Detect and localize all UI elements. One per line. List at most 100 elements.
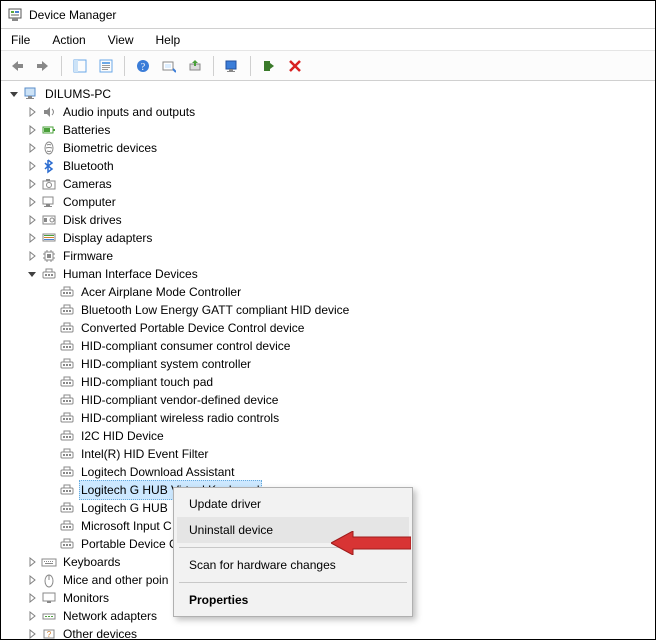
tree-node-label: HID-compliant touch pad bbox=[79, 373, 215, 391]
context-scan-hardware[interactable]: Scan for hardware changes bbox=[177, 552, 409, 578]
tree-category[interactable]: Audio inputs and outputs bbox=[7, 103, 655, 121]
expander-icon[interactable] bbox=[7, 87, 21, 101]
titlebar: Device Manager bbox=[1, 1, 655, 29]
menu-view[interactable]: View bbox=[104, 31, 138, 49]
expander-icon[interactable] bbox=[25, 609, 39, 623]
tree-node-label: Display adapters bbox=[61, 229, 154, 247]
tree-node-label: HID-compliant vendor-defined device bbox=[79, 391, 280, 409]
menu-action[interactable]: Action bbox=[48, 31, 89, 49]
tree-category[interactable]: Firmware bbox=[7, 247, 655, 265]
tree-category[interactable]: Batteries bbox=[7, 121, 655, 139]
hid-icon bbox=[41, 266, 57, 282]
expander-icon[interactable] bbox=[25, 231, 39, 245]
speaker-icon bbox=[41, 104, 57, 120]
computer-icon bbox=[41, 194, 57, 210]
hid-icon bbox=[59, 536, 75, 552]
tree-category[interactable]: ? Other devices bbox=[7, 625, 655, 639]
hid-icon bbox=[59, 392, 75, 408]
tree-category[interactable]: Disk drives bbox=[7, 211, 655, 229]
tree-node-label: Other devices bbox=[61, 625, 139, 639]
context-update-driver[interactable]: Update driver bbox=[177, 491, 409, 517]
hid-icon bbox=[59, 500, 75, 516]
tree-device[interactable]: Acer Airplane Mode Controller bbox=[7, 283, 655, 301]
tree-category[interactable]: Display adapters bbox=[7, 229, 655, 247]
disk-icon bbox=[41, 212, 57, 228]
hid-icon bbox=[59, 356, 75, 372]
expander-icon[interactable] bbox=[25, 591, 39, 605]
camera-icon bbox=[41, 176, 57, 192]
tree-device[interactable]: HID-compliant touch pad bbox=[7, 373, 655, 391]
display-icon bbox=[41, 230, 57, 246]
tree-root[interactable]: DILUMS-PC bbox=[7, 85, 655, 103]
expander-icon[interactable] bbox=[25, 555, 39, 569]
hid-icon bbox=[59, 320, 75, 336]
tree-node-label: DILUMS-PC bbox=[43, 85, 113, 103]
keyboard-icon bbox=[41, 554, 57, 570]
window-title: Device Manager bbox=[29, 8, 116, 22]
help-button[interactable]: ? bbox=[131, 54, 155, 78]
properties-button[interactable] bbox=[94, 54, 118, 78]
tree-device[interactable]: HID-compliant system controller bbox=[7, 355, 655, 373]
tree-node-label: Microsoft Input C bbox=[79, 517, 174, 535]
tree-node-label: Network adapters bbox=[61, 607, 159, 625]
tree-node-label: Keyboards bbox=[61, 553, 122, 571]
tree-category[interactable]: Human Interface Devices bbox=[7, 265, 655, 283]
expander-icon[interactable] bbox=[25, 195, 39, 209]
tree-node-label: Portable Device C bbox=[79, 535, 180, 553]
update-driver-button[interactable] bbox=[183, 54, 207, 78]
hid-icon bbox=[59, 518, 75, 534]
menu-file[interactable]: File bbox=[7, 31, 34, 49]
tree-device[interactable]: Intel(R) HID Event Filter bbox=[7, 445, 655, 463]
menu-help[interactable]: Help bbox=[152, 31, 185, 49]
context-properties[interactable]: Properties bbox=[177, 587, 409, 613]
tree-device[interactable]: Converted Portable Device Control device bbox=[7, 319, 655, 337]
tree-device[interactable]: HID-compliant wireless radio controls bbox=[7, 409, 655, 427]
enable-device-button[interactable] bbox=[257, 54, 281, 78]
tree-node-label: Monitors bbox=[61, 589, 111, 607]
scan-hardware-button[interactable] bbox=[157, 54, 181, 78]
context-uninstall-device[interactable]: Uninstall device bbox=[177, 517, 409, 543]
expander-icon[interactable] bbox=[25, 105, 39, 119]
context-menu: Update driver Uninstall device Scan for … bbox=[173, 487, 413, 617]
finger-icon bbox=[41, 140, 57, 156]
remote-computer-button[interactable] bbox=[220, 54, 244, 78]
expander-icon[interactable] bbox=[25, 249, 39, 263]
hid-icon bbox=[59, 302, 75, 318]
tree-node-label: HID-compliant system controller bbox=[79, 355, 253, 373]
other-icon: ? bbox=[41, 626, 57, 639]
expander-icon[interactable] bbox=[25, 159, 39, 173]
forward-button[interactable] bbox=[31, 54, 55, 78]
back-button[interactable] bbox=[5, 54, 29, 78]
expander-icon[interactable] bbox=[25, 177, 39, 191]
monitor-icon bbox=[41, 590, 57, 606]
expander-icon[interactable] bbox=[25, 213, 39, 227]
expander-icon[interactable] bbox=[25, 141, 39, 155]
toolbar-separator bbox=[124, 56, 125, 76]
expander-icon[interactable] bbox=[25, 267, 39, 281]
svg-text:?: ? bbox=[47, 630, 52, 639]
tree-device[interactable]: HID-compliant vendor-defined device bbox=[7, 391, 655, 409]
hid-icon bbox=[59, 482, 75, 498]
expander-icon[interactable] bbox=[25, 573, 39, 587]
tree-category[interactable]: Computer bbox=[7, 193, 655, 211]
tree-node-label: Batteries bbox=[61, 121, 112, 139]
tree-node-label: HID-compliant wireless radio controls bbox=[79, 409, 281, 427]
toolbar-separator bbox=[213, 56, 214, 76]
tree-category[interactable]: Cameras bbox=[7, 175, 655, 193]
toolbar: ? bbox=[1, 51, 655, 81]
expander-icon[interactable] bbox=[25, 627, 39, 639]
expander-icon[interactable] bbox=[25, 123, 39, 137]
tree-device[interactable]: I2C HID Device bbox=[7, 427, 655, 445]
tree-category[interactable]: Biometric devices bbox=[7, 139, 655, 157]
tree-node-label: Logitech Download Assistant bbox=[79, 463, 236, 481]
tree-category[interactable]: Bluetooth bbox=[7, 157, 655, 175]
tree-node-label: Disk drives bbox=[61, 211, 124, 229]
uninstall-device-button[interactable] bbox=[283, 54, 307, 78]
tree-node-label: Mice and other poin bbox=[61, 571, 170, 589]
tree-device[interactable]: Logitech Download Assistant bbox=[7, 463, 655, 481]
show-hide-tree-button[interactable] bbox=[68, 54, 92, 78]
tree-device[interactable]: HID-compliant consumer control device bbox=[7, 337, 655, 355]
hid-icon bbox=[59, 428, 75, 444]
tree-device[interactable]: Bluetooth Low Energy GATT compliant HID … bbox=[7, 301, 655, 319]
context-divider bbox=[179, 547, 407, 548]
